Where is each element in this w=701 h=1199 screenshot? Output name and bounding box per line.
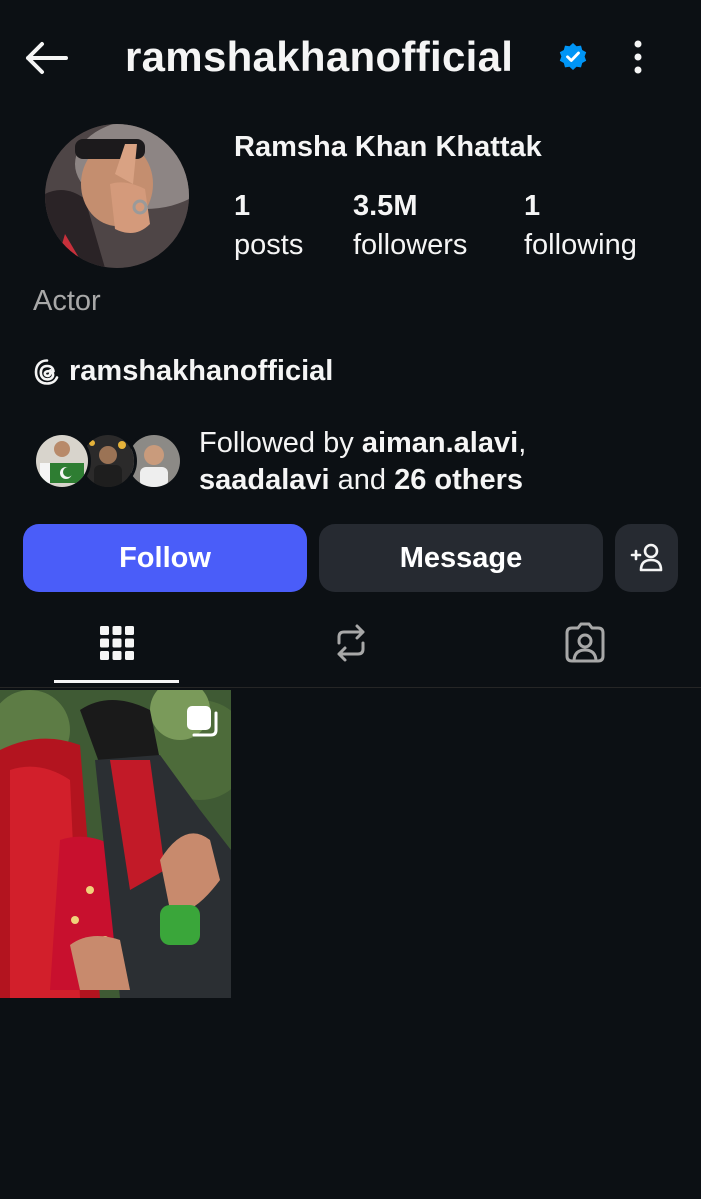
threads-handle: ramshakhanofficial [69,355,334,387]
post-thumbnail[interactable] [0,690,231,998]
tab-posts-grid[interactable] [54,600,179,686]
followed-by-comma: , [518,427,527,459]
followed-by-text[interactable]: Followed by aiman.alavi, saadalavi and 26… [199,425,679,499]
active-tab-indicator [54,680,179,683]
stat-posts-label: posts [234,229,304,261]
profile-header: ramshakhanofficial [0,0,701,115]
tagged-user-icon [565,622,604,663]
followed-by-and: and [329,464,395,496]
stat-posts-value: 1 [234,190,251,222]
more-vertical-icon [634,40,642,74]
followed-by-user-1[interactable]: aiman.alavi [362,427,518,459]
add-user-icon [630,543,662,572]
tab-tagged[interactable] [522,600,647,686]
profile-full-name: Ramsha Khan Khattak [234,131,542,163]
profile-username: ramshakhanofficial [125,33,514,80]
back-button[interactable] [22,36,72,80]
stat-following-value: 1 [524,190,541,222]
repost-icon [337,624,364,662]
stat-followers-value: 3.5M [353,190,418,222]
followed-by-user-2[interactable]: saadalavi [199,464,330,496]
stat-following-label: following [524,229,637,261]
suggested-users-button[interactable] [615,524,678,592]
avatar-image [45,124,189,268]
followed-by-prefix: Followed by [199,427,362,459]
multiple-media-icon [187,706,218,737]
stat-followers-label: followers [353,229,468,261]
threads-link[interactable]: ramshakhanofficial [33,355,333,388]
followed-by-others[interactable]: 26 others [394,464,523,496]
arrow-left-icon [26,42,68,74]
grid-icon [99,626,134,660]
followed-by-avatars[interactable] [33,432,183,492]
stat-posts[interactable]: 1 posts [234,187,303,265]
tab-reposts[interactable] [288,600,413,686]
message-button[interactable]: Message [319,524,603,592]
verified-badge-icon [559,43,587,70]
stat-followers[interactable]: 3.5M followers [353,187,467,265]
profile-category: Actor [33,285,101,317]
follow-button[interactable]: Follow [23,524,307,592]
stat-following[interactable]: 1 following [524,187,637,265]
profile-avatar[interactable] [45,124,189,268]
avatar [33,432,91,490]
profile-tabs [0,600,701,688]
threads-icon [34,358,59,385]
more-options-button[interactable] [622,36,654,80]
